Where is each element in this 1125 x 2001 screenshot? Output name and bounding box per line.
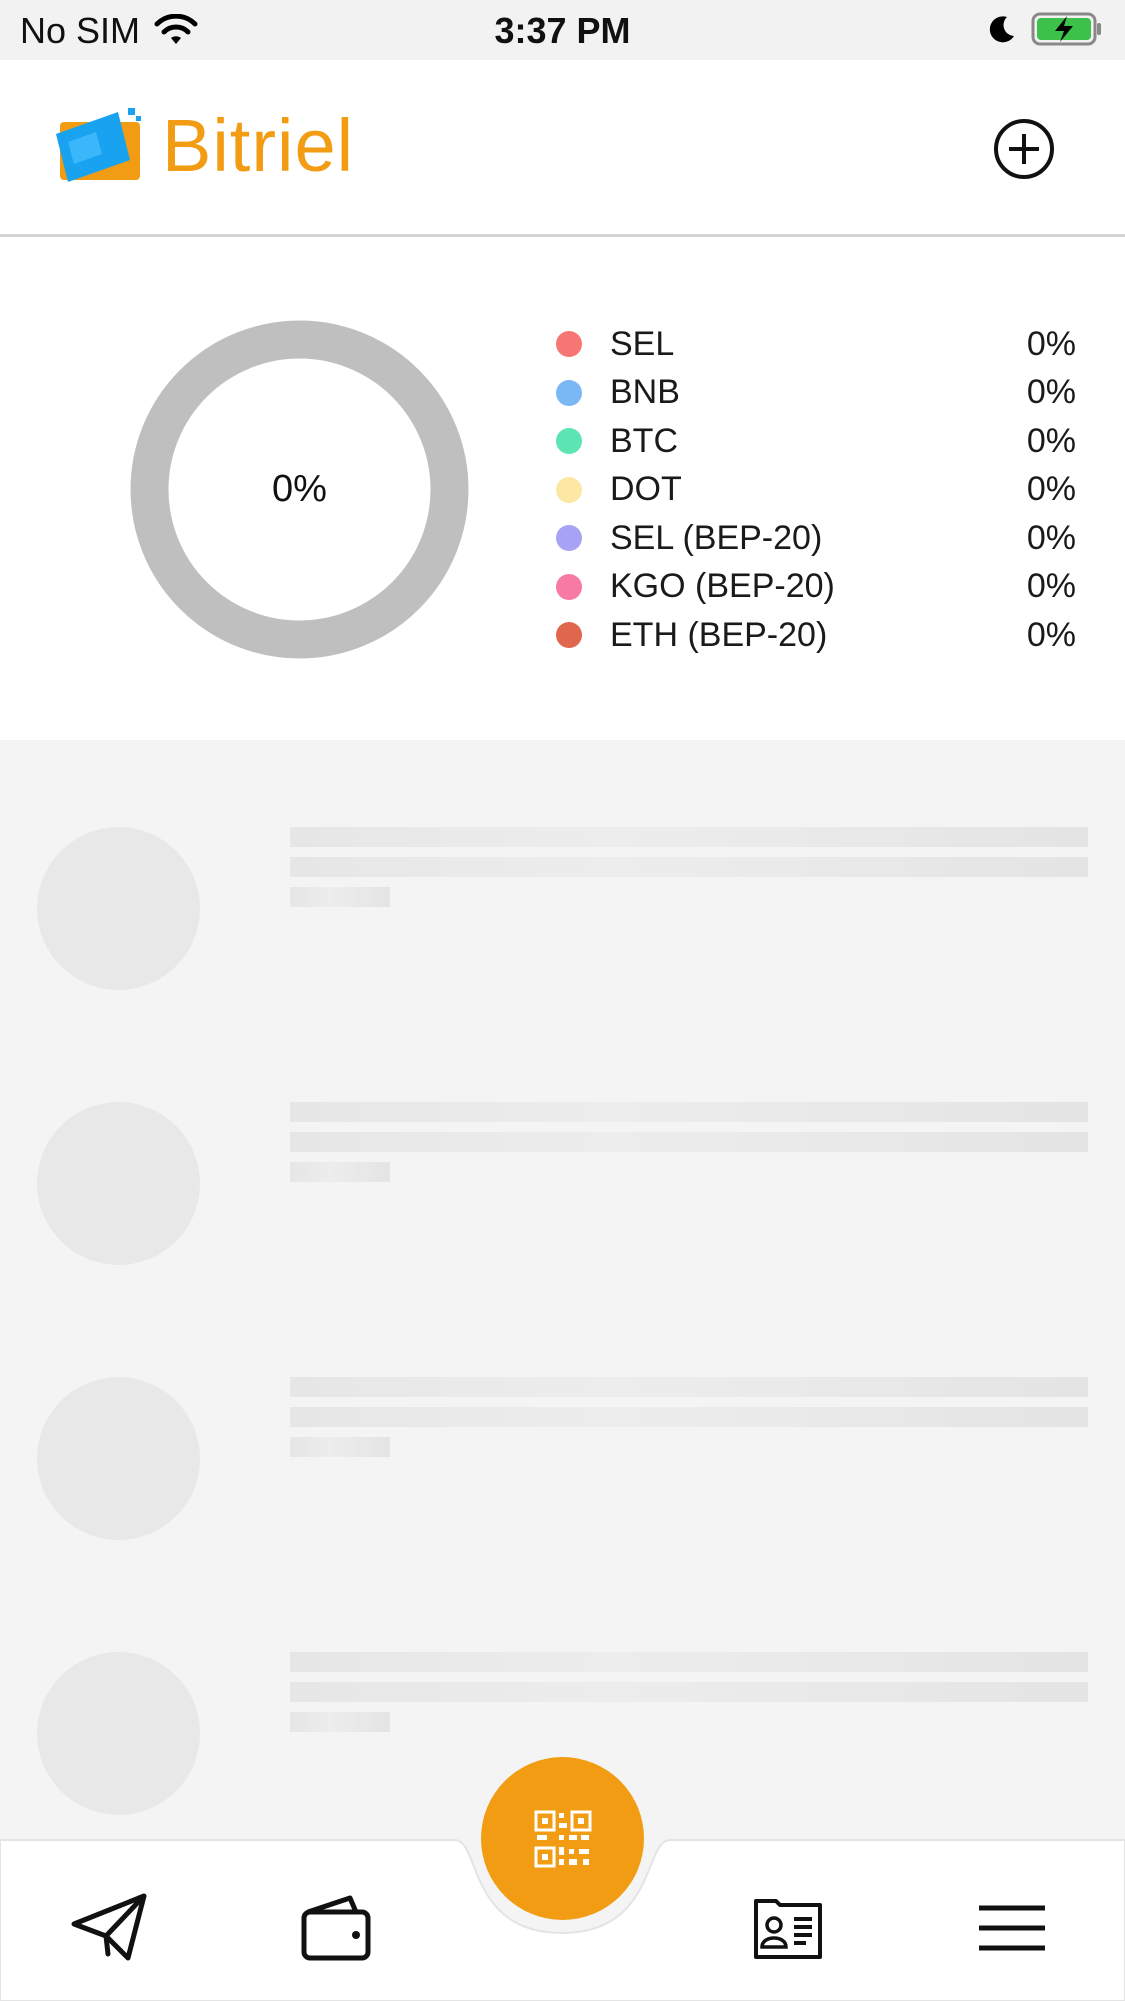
legend-name: DOT [610,470,682,509]
bitriel-logo-icon [56,108,141,182]
status-time: 3:37 PM [494,10,631,51]
legend-name: SEL [610,324,675,363]
skeleton-list-item [0,740,1125,1015]
legend-name: KGO (BEP-20) [610,567,835,606]
legend-percent: 0% [1026,518,1076,557]
nav-wallet-button[interactable] [281,1878,391,1978]
screen: No SIM 3:37 PM Bitriel 0% SEL 0% BNB 0% … [0,0,1125,2001]
legend-name: SEL (BEP-20) [610,518,823,557]
legend-percent: 0% [1026,324,1076,363]
skeleton-line [290,1162,390,1182]
app-logo: Bitriel [56,108,354,184]
legend-percent: 0% [1026,470,1076,509]
donut-center-percent: 0% [272,468,327,510]
contact-card-icon [754,1899,822,1959]
legend-name: BNB [610,373,680,412]
menu-icon [979,1905,1045,1951]
skeleton-line [290,857,1088,877]
skeleton-avatar [37,827,200,990]
legend-percent: 0% [1026,567,1076,606]
legend-dot [556,331,582,358]
status-right [987,12,1103,46]
legend-item: BTC 0% [556,417,1076,466]
legend-dot [556,622,582,649]
legend-percent: 0% [1026,615,1076,654]
app-title: Bitriel [162,104,355,187]
legend-item: KGO (BEP-20) 0% [556,563,1076,612]
legend-item: DOT 0% [556,466,1076,515]
skeleton-line [290,1712,390,1732]
legend-percent: 0% [1026,421,1076,460]
scan-qr-button[interactable] [481,1757,644,1920]
legend-percent: 0% [1026,373,1076,412]
skeleton-line [290,1102,1088,1122]
legend-dot [556,525,582,552]
skeleton-list-item [0,1015,1125,1290]
skeleton-line [290,827,1088,847]
skeleton-line [290,1652,1088,1672]
portfolio-summary: 0% SEL 0% BNB 0% BTC 0% DOT 0% SEL (BEP-… [0,240,1125,740]
legend-item: SEL 0% [556,320,1076,369]
nav-send-button[interactable] [55,1878,165,1978]
qr-code-icon [534,1810,591,1867]
legend-item: SEL (BEP-20) 0% [556,514,1076,563]
legend-dot [556,476,582,503]
battery-charging-icon [1031,12,1101,46]
wallet-icon [301,1895,371,1961]
legend-dot [556,428,582,455]
legend-dot [556,379,582,406]
app-header: Bitriel [0,60,1125,237]
add-button[interactable] [993,118,1055,180]
legend-name: BTC [610,421,678,460]
plus-circle-icon [994,119,1054,179]
legend-item: ETH (BEP-20) 0% [556,611,1076,660]
skeleton-line [290,1437,390,1457]
skeleton-line [290,1682,1088,1702]
skeleton-avatar [37,1377,200,1540]
legend-name: ETH (BEP-20) [610,615,828,654]
nav-menu-button[interactable] [957,1878,1067,1978]
legend-item: BNB 0% [556,369,1076,418]
status-bar: No SIM 3:37 PM [0,0,1125,60]
skeleton-list-item [0,1290,1125,1565]
skeleton-line [290,1377,1088,1397]
skeleton-avatar [37,1652,200,1815]
moon-icon [989,16,1014,43]
send-icon [71,1893,147,1961]
skeleton-line [290,887,390,907]
skeleton-avatar [37,1102,200,1265]
skeleton-line [290,1132,1088,1152]
legend-dot [556,573,582,600]
nav-contacts-button[interactable] [733,1878,843,1978]
skeleton-line [290,1407,1088,1427]
allocation-legend: SEL 0% BNB 0% BTC 0% DOT 0% SEL (BEP-20) [556,320,1076,660]
